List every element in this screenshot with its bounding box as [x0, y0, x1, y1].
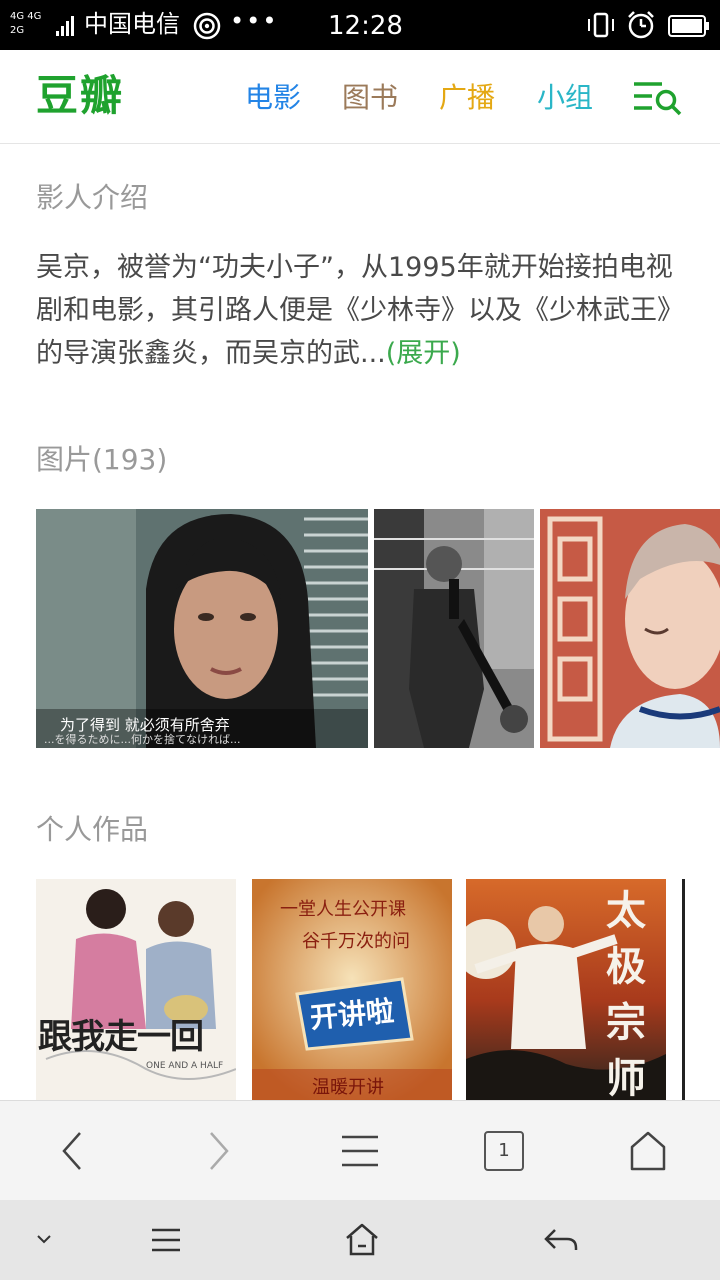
nav-book[interactable]: 图书 — [342, 80, 398, 116]
nav-group[interactable]: 小组 — [537, 80, 593, 116]
signal-indicator: 4G 4G 2G — [10, 11, 80, 39]
menu-search-icon[interactable] — [632, 80, 684, 116]
system-home-icon[interactable] — [344, 1222, 380, 1258]
photo-portrait-image — [36, 509, 368, 748]
signal-bars-icon — [56, 16, 74, 36]
system-nav-bar — [0, 1200, 720, 1280]
hotspot-icon — [193, 12, 221, 40]
tabs-count-button[interactable]: 1 — [484, 1131, 524, 1171]
work-poster-2[interactable]: 一堂人生公开课 谷千万次的问 开讲啦 温暖开讲 — [252, 879, 452, 1100]
nav-movie[interactable]: 电影 — [245, 80, 301, 116]
poster-tagline-2: 一堂人生公开课 — [280, 899, 406, 920]
clock: 12:28 — [328, 11, 403, 41]
hamburger-icon[interactable] — [340, 1129, 380, 1173]
photos-heading[interactable]: 图片(193) — [36, 442, 167, 478]
chevron-left-icon[interactable] — [58, 1129, 88, 1173]
work-poster-4-edge[interactable] — [682, 879, 685, 1100]
douban-logo[interactable]: 豆瓣 — [36, 72, 124, 120]
photo-subtitle-cn: 为了得到 就必须有所舍弃 — [60, 716, 230, 734]
intro-heading: 影人介绍 — [36, 181, 149, 214]
vibrate-icon — [588, 12, 614, 38]
system-back-icon[interactable] — [543, 1222, 579, 1258]
browser-toolbar: 1 — [0, 1100, 720, 1200]
poster-subtitle-1: ONE AND A HALF — [146, 1061, 224, 1071]
photo-thumbnail-3[interactable] — [540, 509, 720, 748]
expand-link[interactable]: (展开) — [386, 338, 461, 369]
poster-footer-2: 温暖开讲 — [312, 1077, 384, 1098]
status-bar: 4G 4G 2G 中国电信 ••• 12:28 — [0, 0, 720, 50]
photo-thumbnail-2[interactable] — [374, 509, 534, 748]
photo-subtitle-jp: ...を得るために...何かを捨てなければ... — [44, 733, 241, 746]
more-notifications: ••• — [230, 7, 279, 35]
signal-top-label: 4G 4G — [10, 11, 42, 22]
work-poster-1[interactable]: 跟我走一回 ONE AND A HALF — [36, 879, 236, 1100]
nav-broadcast[interactable]: 广播 — [439, 80, 495, 116]
site-header: 豆瓣 电影 图书 广播 小组 — [0, 50, 720, 144]
home-icon[interactable] — [628, 1129, 668, 1173]
carrier-name: 中国电信 — [84, 10, 180, 38]
alarm-icon — [628, 11, 654, 39]
battery-icon — [668, 15, 709, 37]
intro-text: 吴京，被誉为“功夫小子”，从1995年就开始接拍电视剧和电影，其引路人便是《少林… — [36, 252, 684, 369]
photo-period-image — [540, 509, 720, 748]
chevron-right-icon[interactable] — [203, 1129, 233, 1173]
photo-thumbnail-1[interactable]: 为了得到 就必须有所舍弃 ...を得るために...何かを捨てなければ... — [36, 509, 368, 748]
system-menu-icon[interactable] — [150, 1222, 182, 1258]
poster-title-1: 跟我走一回 — [38, 1017, 204, 1057]
chevron-down-icon[interactable] — [34, 1222, 54, 1258]
photo-action-image — [374, 509, 534, 748]
intro-text-block: 吴京，被誉为“功夫小子”，从1995年就开始接拍电视剧和电影，其引路人便是《少林… — [36, 246, 696, 375]
signal-bottom-label: 2G — [10, 25, 25, 36]
work-poster-3[interactable]: 太极宗师 — [466, 879, 666, 1100]
poster-tagline2-2: 谷千万次的问 — [302, 931, 410, 952]
poster-title-3: 太极宗师 — [606, 888, 646, 1100]
works-heading[interactable]: 个人作品 — [36, 812, 148, 848]
